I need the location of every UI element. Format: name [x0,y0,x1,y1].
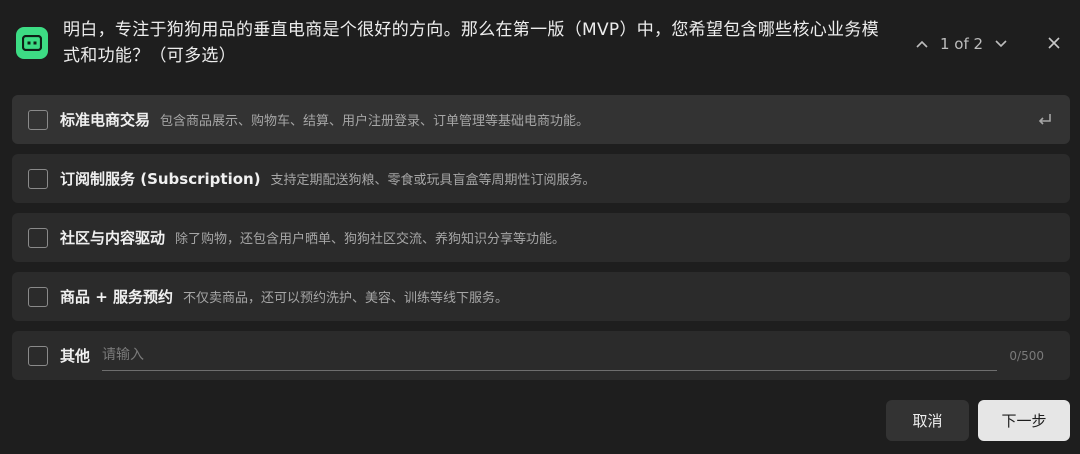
option-description: 支持定期配送狗粮、零食或玩具盲盒等周期性订阅服务。 [270,173,596,188]
question-dialog: 明白，专注于狗狗用品的垂直电商是个很好的方向。那么在第一版（MVP）中，您希望包… [0,0,1080,454]
dialog-header: 明白，专注于狗狗用品的垂直电商是个很好的方向。那么在第一版（MVP）中，您希望包… [0,0,1080,86]
close-icon[interactable] [1044,33,1064,53]
enter-return-icon [1036,111,1054,129]
option-description: 不仅卖商品，还可以预约洗护、美容、训练等线下服务。 [183,291,509,306]
option-community-content[interactable]: 社区与内容驱动 除了购物，还包含用户晒单、狗狗社区交流、养狗知识分享等功能。 [12,213,1070,262]
option-goods-service-booking[interactable]: 商品 + 服务预约 不仅卖商品，还可以预约洗护、美容、训练等线下服务。 [12,272,1070,321]
other-input[interactable] [102,347,998,363]
option-title: 社区与内容驱动 [60,229,166,247]
next-step-button[interactable]: 下一步 [978,400,1070,441]
option-checkbox[interactable] [28,286,48,307]
char-counter: 0/500 [1009,348,1044,363]
question-pager: 1 of 2 [914,32,1009,56]
other-input-wrap [102,341,998,371]
option-description: 包含商品展示、购物车、结算、用户注册登录、订单管理等基础电商功能。 [160,114,590,129]
chevron-up-icon[interactable] [914,36,930,52]
option-other[interactable]: 其他 0/500 [12,331,1070,380]
option-checkbox[interactable] [28,345,48,366]
option-standard-ecommerce[interactable]: 标准电商交易 包含商品展示、购物车、结算、用户注册登录、订单管理等基础电商功能。 [12,95,1070,144]
option-checkbox[interactable] [28,227,48,248]
option-description: 除了购物，还包含用户晒单、狗狗社区交流、养狗知识分享等功能。 [175,232,566,247]
option-title: 其他 [60,347,91,365]
option-title: 订阅制服务 (Subscription) [60,170,261,188]
pager-label: 1 of 2 [940,35,984,53]
cancel-button[interactable]: 取消 [886,400,969,441]
question-text: 明白，专注于狗狗用品的垂直电商是个很好的方向。那么在第一版（MVP）中，您希望包… [63,20,879,66]
bot-chat-icon [16,27,48,59]
option-title: 标准电商交易 [60,111,151,129]
option-checkbox[interactable] [28,109,48,130]
options-list: 标准电商交易 包含商品展示、购物车、结算、用户注册登录、订单管理等基础电商功能。… [12,95,1070,390]
chevron-down-icon[interactable] [993,36,1009,52]
option-title: 商品 + 服务预约 [60,288,174,306]
option-subscription[interactable]: 订阅制服务 (Subscription) 支持定期配送狗粮、零食或玩具盲盒等周期… [12,154,1070,203]
option-checkbox[interactable] [28,168,48,189]
